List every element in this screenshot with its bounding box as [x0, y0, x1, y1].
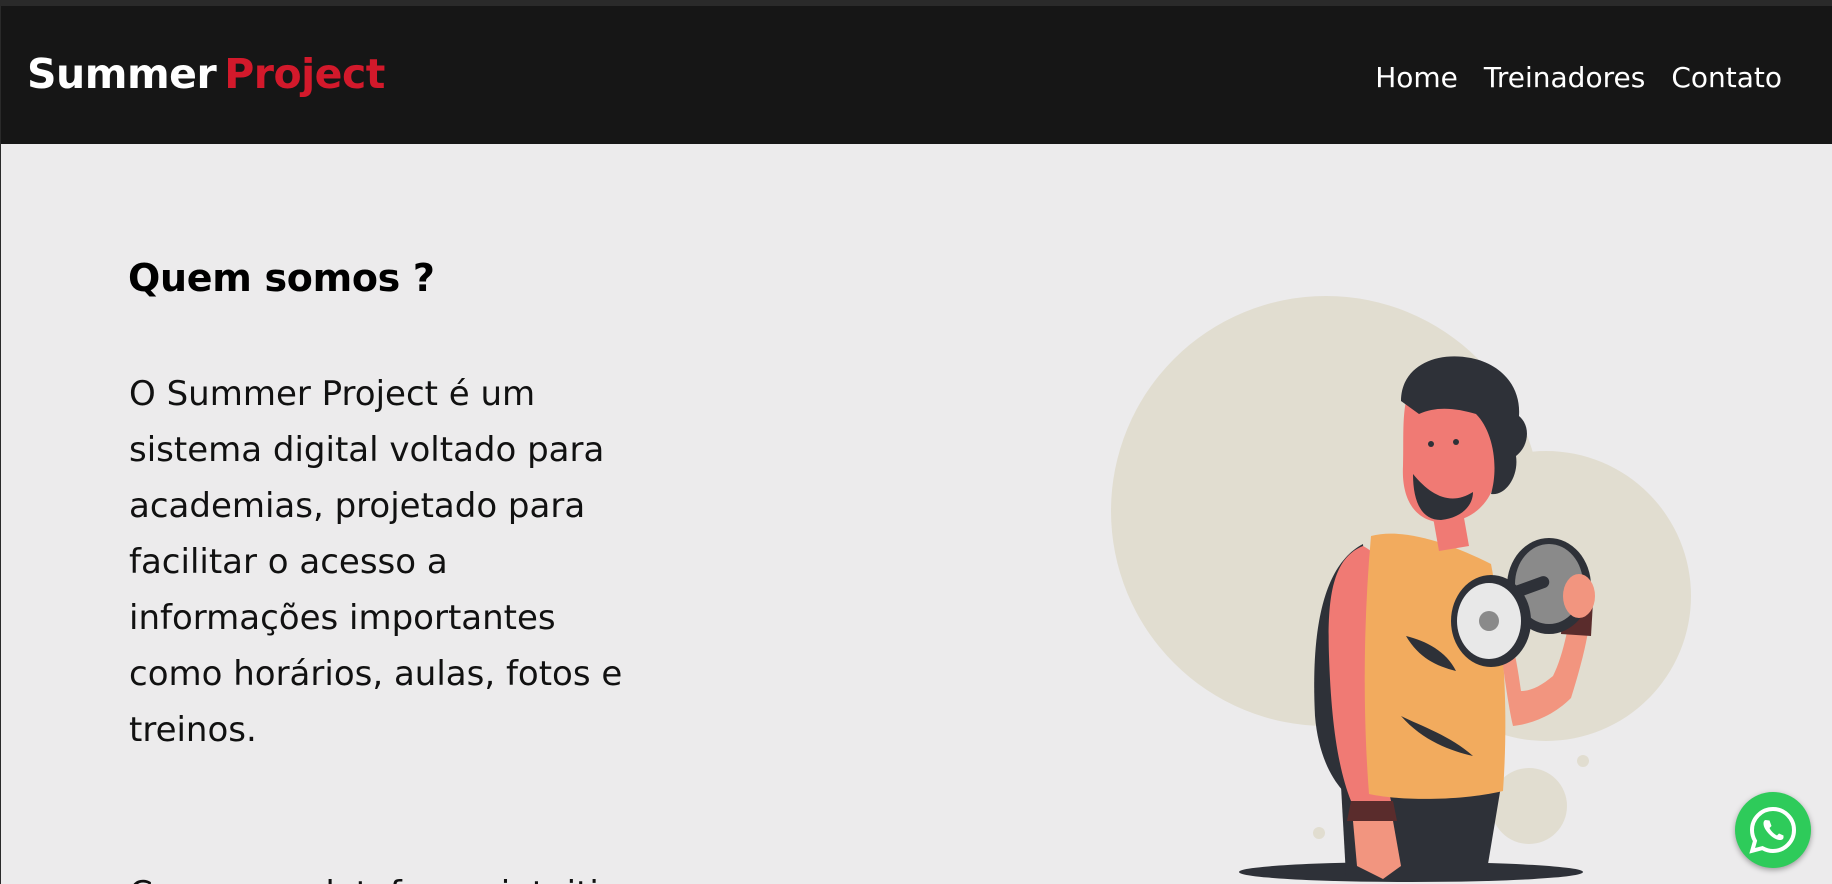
brand-word-summer: Summer [27, 50, 217, 98]
nav-link-home[interactable]: Home [1375, 61, 1458, 94]
whatsapp-button[interactable] [1735, 792, 1811, 868]
nav-menu: Home Treinadores Contato [1375, 61, 1782, 94]
brand-word-project: Project [224, 50, 385, 98]
about-paragraph-2: Com uma plataforma intuitiva [129, 866, 689, 884]
man-lifting-dumbbell-illustration [1111, 296, 1691, 882]
nav-link-treinadores[interactable]: Treinadores [1484, 61, 1645, 94]
section-heading: Quem somos ? [128, 256, 435, 300]
page: Summer Project Home Treinadores Contato Q… [1, 6, 1832, 884]
about-paragraph: O Summer Project é um sistema digital vo… [129, 374, 623, 750]
brand-logo[interactable]: Summer Project [27, 50, 385, 98]
whatsapp-icon [1749, 806, 1797, 854]
navbar: Summer Project Home Treinadores Contato [1, 6, 1832, 144]
nav-link-contato[interactable]: Contato [1671, 61, 1782, 94]
